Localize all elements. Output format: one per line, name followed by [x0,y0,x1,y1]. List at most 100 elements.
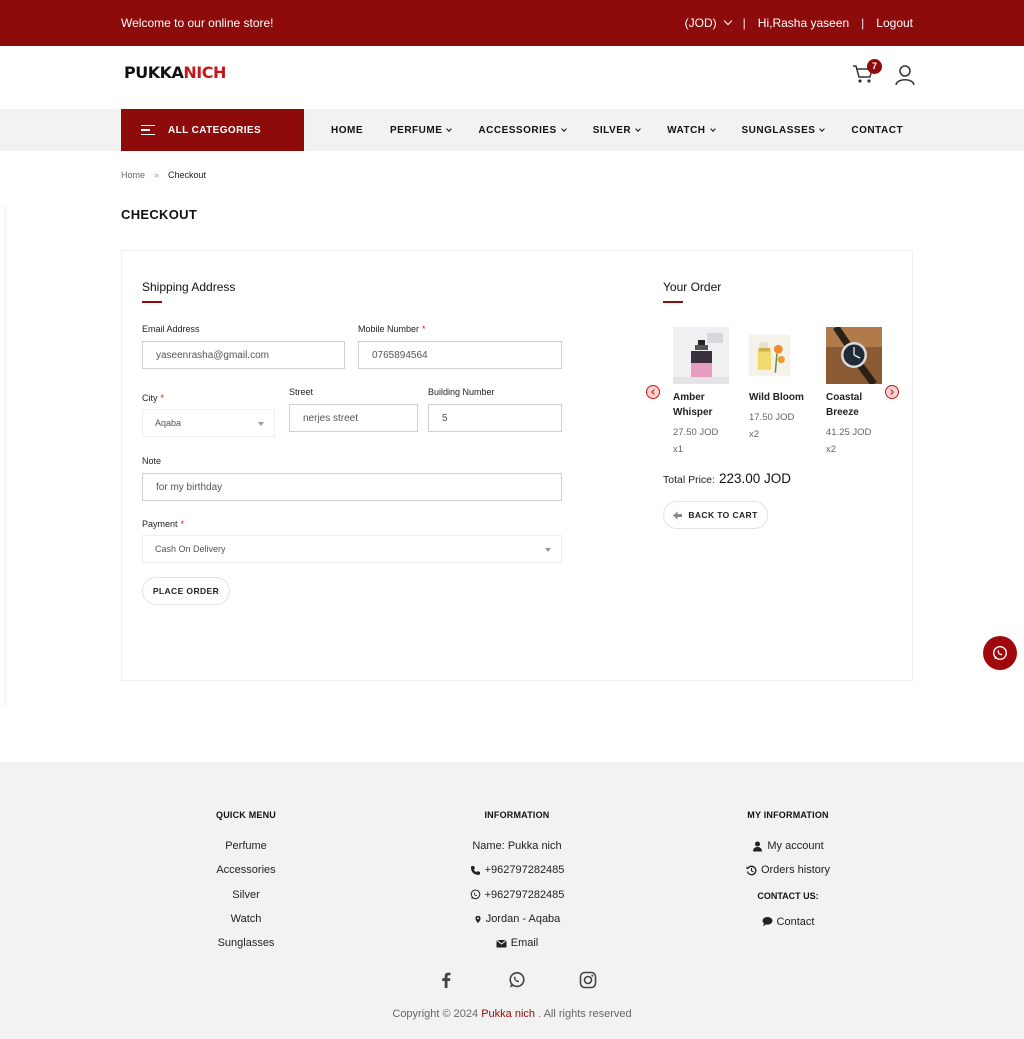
footer-link-perfume[interactable]: Perfume [166,834,326,858]
product-name: Amber Whisper [673,392,713,418]
footer-link-sunglasses[interactable]: Sunglasses [166,931,326,955]
city-label-text: City [142,393,158,403]
email-field[interactable] [142,341,345,369]
breadcrumb-home[interactable]: Home [121,170,145,180]
nav-item-home[interactable]: HOME [331,125,363,136]
footer-email-text: Email [510,937,539,950]
footer-quick-menu: QUICK MENU Perfume Accessories Silver Wa… [166,810,326,955]
logo-part2: NICH [183,63,226,82]
order-title: Your Order [663,280,722,294]
footer-contact-heading: CONTACT US: [757,891,819,902]
dropdown-caret-icon [258,422,264,426]
nav-label: CONTACT [851,124,904,136]
nav-item-contact[interactable]: CONTACT [851,125,903,136]
header: PUKKANICH 7 [0,46,1024,109]
footer-location: Jordan - Aqaba [427,907,607,931]
whatsapp-icon [470,889,480,900]
copyright-brand-link[interactable]: Pukka nich [481,1008,535,1020]
nav-item-accessories[interactable]: ACCESSORIES [478,124,567,136]
logout-link[interactable]: Logout [876,16,913,30]
whatsapp-icon[interactable] [508,971,526,989]
chevron-down-icon [446,125,453,132]
product-image-amber-whisper [673,327,729,384]
payment-select[interactable]: Cash On Delivery [142,535,562,563]
payment-label: Payment * [142,519,184,529]
nav-label: ACCESSORIES [478,124,557,136]
building-number-field[interactable] [428,404,562,432]
footer-heading: QUICK MENU [216,810,276,820]
mobile-field[interactable] [358,341,562,369]
user-icon[interactable] [894,64,916,86]
product-name: Coastal Breeze [826,392,863,418]
footer-store-name: Name: Pukka nich [427,834,607,858]
arrow-left-icon [673,511,683,519]
product-qty: x2 [749,429,760,440]
currency-label: (JOD) [684,16,717,30]
whatsapp-float-button[interactable] [983,636,1017,670]
product-image-wild-bloom [749,334,790,377]
email-label-text: Email Address [142,324,200,334]
carousel-next-button[interactable] [885,385,899,399]
back-to-cart-button[interactable]: BACK TO CART [663,501,768,529]
carousel-prev-button[interactable] [646,385,660,399]
footer-contact-text: Contact [776,915,815,928]
chevron-right-icon [888,389,894,395]
footer-heading: INFORMATION [484,810,550,820]
product-qty: x1 [673,444,684,455]
footer-my-account[interactable]: My account [708,834,868,858]
order-product[interactable]: Wild Bloom 17.50 JOD x2 [749,327,811,440]
shipping-title: Shipping Address [142,280,236,294]
history-icon [746,865,757,876]
nav-item-sunglasses[interactable]: SUNGLASSES [742,125,826,136]
footer-link-silver[interactable]: Silver [166,883,326,907]
nav-label: SILVER [592,124,632,136]
phone-icon [470,865,480,875]
street-label: Street [289,387,314,397]
instagram-icon[interactable] [579,971,597,989]
chevron-down-icon [560,125,567,132]
order-product[interactable]: Amber Whisper 27.50 JOD x1 [673,327,735,455]
note-field[interactable] [142,473,562,501]
footer-orders-history[interactable]: Orders history [708,858,868,882]
logo[interactable]: PUKKANICH [124,63,226,82]
main-nav: ALL CATEGORIES HOME PERFUME ACCESSORIES … [0,109,1024,151]
breadcrumb-current: Checkout [168,170,207,180]
footer-link-watch[interactable]: Watch [166,907,326,931]
street-field[interactable] [289,404,418,432]
nav-item-perfume[interactable]: PERFUME [390,124,453,136]
nav-item-watch[interactable]: WATCH [667,125,716,136]
footer-phone[interactable]: +962797282485 [427,858,607,882]
user-greeting[interactable]: Hi,Rasha yaseen [758,16,849,30]
copyright-prefix: Copyright © 2024 [392,1008,479,1020]
chevron-left-icon [651,389,657,395]
page-title: CHECKOUT [121,207,198,222]
place-order-button[interactable]: PLACE ORDER [142,577,230,605]
product-qty: x2 [826,444,837,455]
footer-contact[interactable]: Contact [708,910,868,934]
all-categories-label: ALL CATEGORIES [168,124,262,136]
menu-icon [141,124,155,136]
separator: | [742,16,746,30]
all-categories-button[interactable]: ALL CATEGORIES [121,109,304,151]
city-select[interactable]: Aqaba [142,409,275,437]
shipping-title-underline [142,301,162,303]
nav-label: PERFUME [390,124,443,136]
envelope-icon [495,939,507,948]
footer-email[interactable]: Email [427,931,607,955]
footer-whatsapp[interactable]: +962797282485 [427,883,607,907]
logo-part1: PUKKA [124,63,184,82]
order-product[interactable]: Coastal Breeze 41.25 JOD x2 [826,325,888,455]
payment-select-value: Cash On Delivery [155,544,226,554]
facebook-icon[interactable] [437,971,455,989]
separator: | [861,16,865,30]
footer-link-accessories[interactable]: Accessories [166,858,326,882]
footer-information: INFORMATION Name: Pukka nich +9627972824… [427,810,607,955]
footer-whatsapp-text: +962797282485 [484,888,565,901]
footer-my-information: MY INFORMATION My account Orders history… [708,810,868,934]
product-name: Wild Bloom [749,392,804,403]
order-title-underline [663,301,683,303]
cart-count-badge: 7 [867,59,882,74]
currency-selector[interactable]: (JOD) [684,16,732,30]
total-value: 223.00 JOD [718,471,791,486]
nav-item-silver[interactable]: SILVER [592,124,641,136]
